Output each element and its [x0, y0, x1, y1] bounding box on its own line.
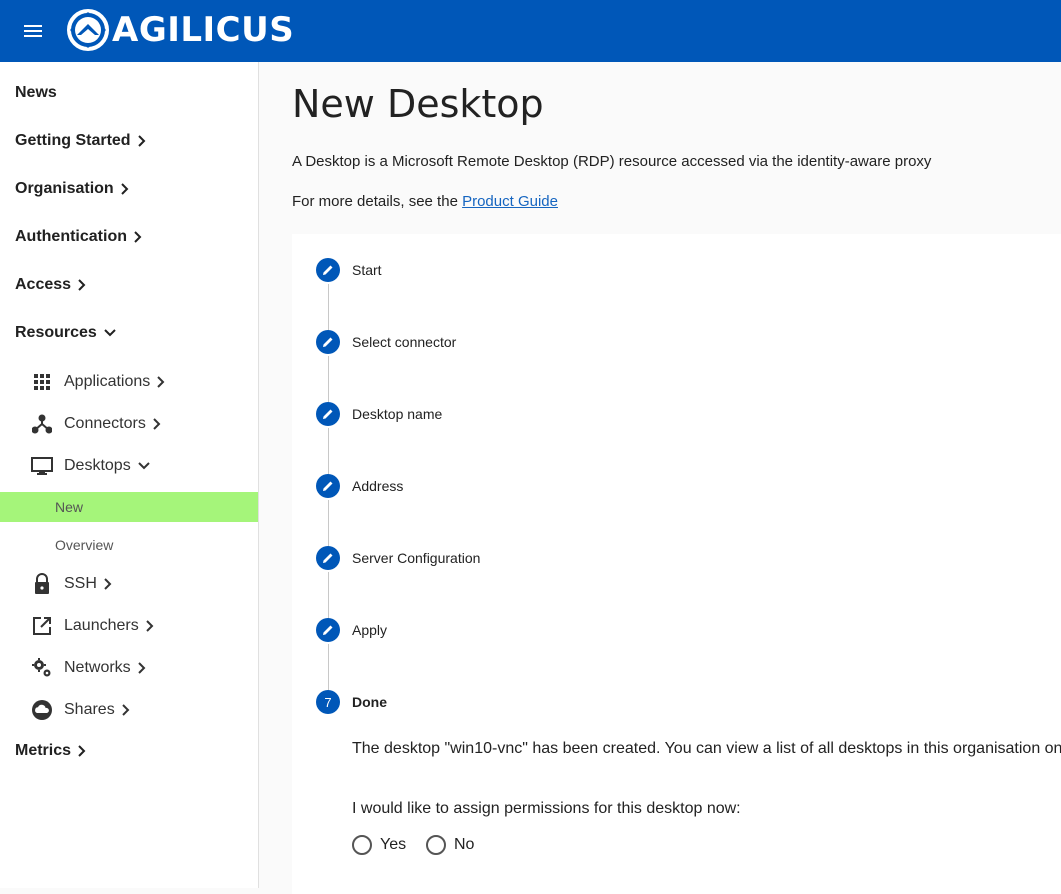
- step-number: 7: [316, 690, 340, 714]
- sidebar-item-metrics[interactable]: Metrics: [15, 742, 87, 760]
- step-server-configuration[interactable]: Server Configuration: [316, 546, 480, 570]
- chevron-right-icon: [137, 135, 145, 147]
- chevron-right-icon: [153, 418, 161, 430]
- step-connector-line: [328, 356, 329, 404]
- monitor-icon: [30, 454, 54, 478]
- sidebar-item-label: Connectors: [64, 415, 146, 432]
- stepper-card: Start Select connector Desktop name Addr…: [292, 234, 1061, 894]
- chevron-down-icon: [104, 329, 116, 337]
- step-connector-line: [328, 428, 329, 476]
- chevron-right-icon: [104, 578, 112, 590]
- done-message: The desktop "win10-vnc" has been created…: [352, 740, 1061, 757]
- step-label: Server Configuration: [352, 550, 481, 566]
- pencil-icon: [316, 618, 340, 642]
- brand-name: AGILICUS: [112, 10, 295, 50]
- sidebar-item-organisation[interactable]: Organisation: [15, 180, 130, 198]
- sidebar-item-label: News: [15, 84, 57, 101]
- sidebar-item-connectors[interactable]: Connectors: [30, 412, 162, 436]
- radio-circle: [352, 835, 372, 855]
- sidebar-item-ssh[interactable]: SSH: [30, 572, 113, 596]
- sidebar-item-label: Shares: [64, 701, 115, 718]
- gears-icon: [30, 656, 54, 680]
- page-title: New Desktop: [292, 82, 544, 126]
- sidebar-item-label: Metrics: [15, 742, 72, 759]
- sidebar-item-overview[interactable]: Overview: [55, 537, 113, 553]
- main-content: New Desktop A Desktop is a Microsoft Rem…: [259, 62, 1061, 894]
- top-app-bar: AGILICUS: [0, 0, 1061, 62]
- pencil-icon: [316, 258, 340, 282]
- radio-yes[interactable]: Yes: [352, 835, 406, 855]
- sidebar-item-networks[interactable]: Networks: [30, 656, 147, 680]
- assign-permissions-question: I would like to assign permissions for t…: [352, 800, 741, 817]
- radio-no[interactable]: No: [426, 835, 474, 855]
- sidebar-item-label: Organisation: [15, 180, 114, 197]
- sidebar-item-news[interactable]: News: [15, 84, 57, 102]
- chevron-right-icon: [120, 183, 129, 195]
- step-connector-line: [328, 500, 329, 548]
- sidebar-item-label: Networks: [64, 659, 131, 676]
- sidebar-item-authentication[interactable]: Authentication: [15, 228, 143, 246]
- pencil-icon: [316, 402, 340, 426]
- sidebar-item-label: Authentication: [15, 228, 127, 245]
- sidebar-item-label: Resources: [15, 324, 97, 341]
- step-label: Done: [352, 694, 387, 710]
- sidebar-item-new[interactable]: [0, 492, 258, 522]
- step-connector-line: [328, 284, 329, 332]
- step-select-connector[interactable]: Select connector: [316, 330, 456, 354]
- step-label: Apply: [352, 622, 388, 638]
- open-in-new-icon: [30, 614, 54, 638]
- chevron-right-icon: [134, 231, 142, 243]
- step-connector-line: [328, 572, 329, 620]
- pencil-icon: [316, 330, 340, 354]
- hamburger-menu-icon[interactable]: [24, 22, 46, 40]
- step-label: Address: [352, 478, 404, 494]
- brand-logo[interactable]: AGILICUS: [66, 8, 294, 52]
- sidebar-item-label: Desktops: [64, 457, 131, 474]
- step-start[interactable]: Start: [316, 258, 382, 282]
- details-prefix: For more details, see the: [292, 193, 463, 210]
- step-desktop-name[interactable]: Desktop name: [316, 402, 442, 426]
- sidebar-item-label: SSH: [64, 575, 97, 592]
- step-label: Desktop name: [352, 406, 443, 422]
- step-label: Select connector: [352, 334, 457, 350]
- chevron-right-icon: [137, 662, 146, 674]
- sidebar-item-label: Launchers: [64, 617, 139, 634]
- radio-label: Yes: [380, 836, 407, 853]
- step-done[interactable]: 7 Done: [316, 690, 387, 714]
- chevron-right-icon: [146, 620, 154, 632]
- radio-circle: [426, 835, 446, 855]
- sidebar-item-launchers[interactable]: Launchers: [30, 614, 155, 638]
- chevron-right-icon: [157, 376, 165, 388]
- sidebar-item-resources[interactable]: Resources: [15, 324, 117, 342]
- step-label: Start: [352, 262, 382, 278]
- pencil-icon: [316, 546, 340, 570]
- sidebar-item-applications[interactable]: Applications: [30, 370, 166, 394]
- sidebar-item-getting-started[interactable]: Getting Started: [15, 132, 147, 150]
- pencil-icon: [316, 474, 340, 498]
- sidebar-item-desktops[interactable]: Desktops: [30, 454, 151, 478]
- connector-hub-icon: [30, 412, 54, 436]
- chevron-down-icon: [137, 462, 150, 470]
- sidebar-item-new-label[interactable]: New: [55, 499, 83, 515]
- product-guide-link[interactable]: Product Guide: [462, 193, 558, 210]
- agilicus-logo-icon: [67, 9, 109, 51]
- sidebar-item-label: Access: [15, 276, 72, 293]
- sidebar-item-access[interactable]: Access: [15, 276, 87, 294]
- radio-label: No: [454, 836, 475, 853]
- lock-icon: [30, 572, 54, 596]
- details-line: For more details, see the Product Guide: [292, 193, 558, 210]
- chevron-right-icon: [78, 279, 86, 291]
- apps-grid-icon: [30, 370, 54, 394]
- step-connector-line: [328, 644, 329, 692]
- sidebar-item-label: Applications: [64, 373, 151, 390]
- chevron-right-icon: [78, 745, 86, 757]
- chevron-right-icon: [121, 704, 130, 716]
- sidebar-item-label: Getting Started: [15, 132, 131, 149]
- sidebar-item-shares[interactable]: Shares: [30, 698, 131, 722]
- page-description: A Desktop is a Microsoft Remote Desktop …: [292, 153, 932, 170]
- step-address[interactable]: Address: [316, 474, 403, 498]
- step-apply[interactable]: Apply: [316, 618, 387, 642]
- cloud-icon: [30, 698, 54, 722]
- sidebar: News Getting Started Organisation Authen…: [0, 62, 259, 888]
